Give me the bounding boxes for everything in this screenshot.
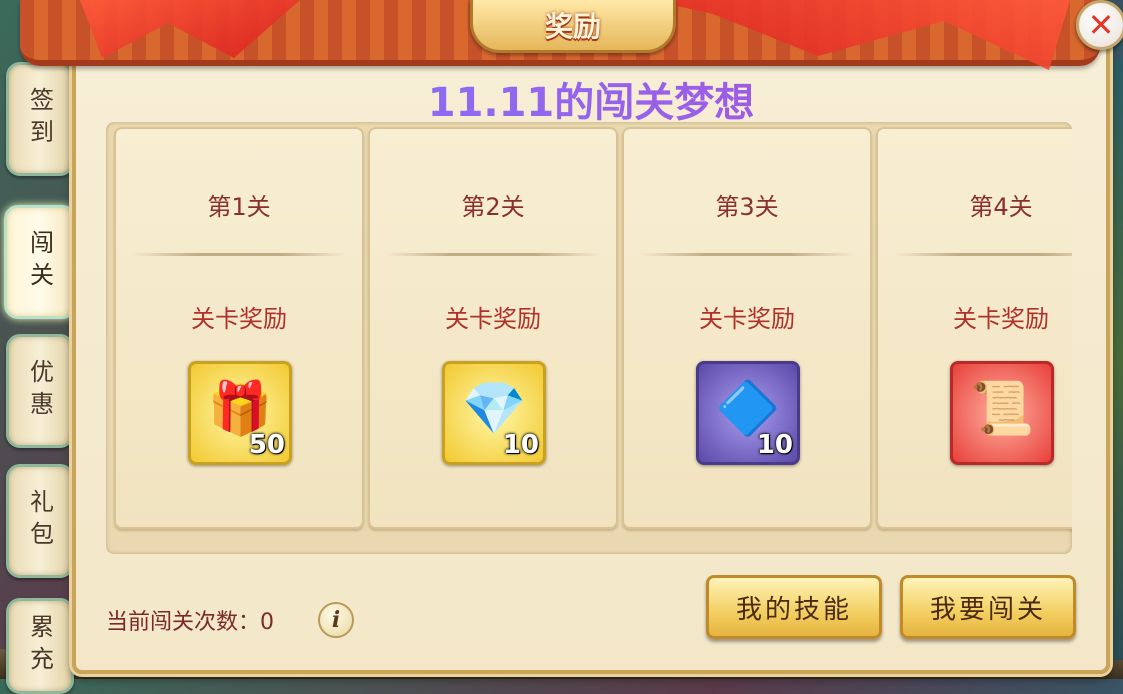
window-title: 奖励 [470,0,676,53]
tab-challenge[interactable]: 闯关 [4,205,76,319]
attempts-count: 当前闯关次数：0 [106,610,274,635]
item-quantity: 10 [756,430,793,460]
reward-panel: 11.11的闯关梦想 第1关 关卡奖励 🎁 50 第2关 关卡奖励 💎 10 第… [72,30,1110,674]
reward-label: 关卡奖励 [953,305,1049,333]
stage-card: 第1关 关卡奖励 🎁 50 [114,127,364,529]
tab-label: 优惠 [25,359,54,423]
stage-card: 第4关 关卡奖励 📜 [876,127,1072,529]
item-quantity: 50 [248,430,285,460]
close-button[interactable]: ✕ [1076,0,1123,50]
stage-card-list[interactable]: 第1关 关卡奖励 🎁 50 第2关 关卡奖励 💎 10 第3关 关卡奖励 🔷 1… [106,122,1072,554]
button-label: 我要闯关 [929,594,1046,625]
tab-label: 闯关 [25,230,54,294]
reward-label: 关卡奖励 [699,305,795,333]
stage-name: 第4关 [969,193,1033,221]
reward-item-slot[interactable]: 🎁 50 [188,361,292,465]
divider [386,253,600,256]
event-title: 11.11的闯关梦想 [76,70,1106,128]
tab-label: 礼包 [25,489,54,553]
divider [132,253,346,256]
stage-name: 第1关 [207,193,271,221]
divider [894,253,1072,256]
window-title-text: 奖励 [544,10,601,43]
tab-gift-pack[interactable]: 礼包 [6,464,74,578]
reward-label: 关卡奖励 [445,305,541,333]
reward-item-slot[interactable]: 📜 [950,361,1054,465]
reward-item-slot[interactable]: 💎 10 [442,361,546,465]
tab-sign-in[interactable]: 签到 [6,62,74,176]
button-label: 我的技能 [735,594,852,625]
reward-item-slot[interactable]: 🔷 10 [696,361,800,465]
stage-name: 第3关 [715,193,779,221]
stage-card: 第2关 关卡奖励 💎 10 [368,127,618,529]
tab-label: 签到 [25,87,54,151]
item-quantity: 10 [502,430,539,460]
tab-label: 累充 [25,614,54,678]
info-icon[interactable]: i [318,602,354,638]
reward-label: 关卡奖励 [191,305,287,333]
my-skills-button[interactable]: 我的技能 [706,575,882,639]
tab-cumulative-recharge[interactable]: 累充 [6,598,74,694]
stage-name: 第2关 [461,193,525,221]
close-icon: ✕ [1087,6,1115,44]
challenge-button[interactable]: 我要闯关 [900,575,1076,639]
divider [640,253,854,256]
tab-discount[interactable]: 优惠 [6,334,74,448]
stage-card: 第3关 关卡奖励 🔷 10 [622,127,872,529]
scroll-icon: 📜 [969,379,1035,439]
